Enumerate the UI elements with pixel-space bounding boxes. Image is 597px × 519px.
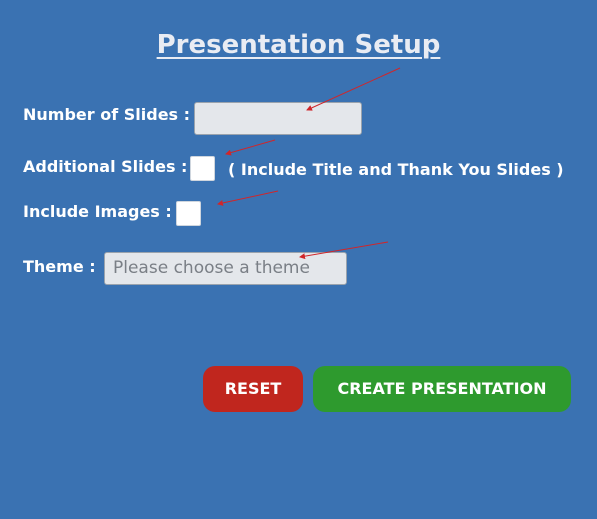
additional-slides-checkbox[interactable]	[190, 156, 215, 181]
reset-button[interactable]: RESET	[203, 366, 303, 412]
theme-label: Theme :	[23, 257, 96, 276]
annotation-arrow-images	[217, 190, 279, 206]
number-of-slides-label: Number of Slides :	[23, 105, 191, 124]
include-images-label: Include Images :	[23, 202, 172, 221]
create-presentation-button[interactable]: CREATE PRESENTATION	[313, 366, 571, 412]
page-title: Presentation Setup	[156, 30, 441, 60]
annotation-arrow-additional	[225, 139, 276, 156]
theme-select[interactable]: Please choose a theme	[104, 252, 347, 285]
include-images-checkbox[interactable]	[176, 201, 201, 226]
additional-slides-label: Additional Slides :	[23, 157, 188, 176]
additional-slides-hint: ( Include Title and Thank You Slides )	[228, 160, 564, 179]
number-of-slides-input[interactable]	[194, 102, 362, 135]
